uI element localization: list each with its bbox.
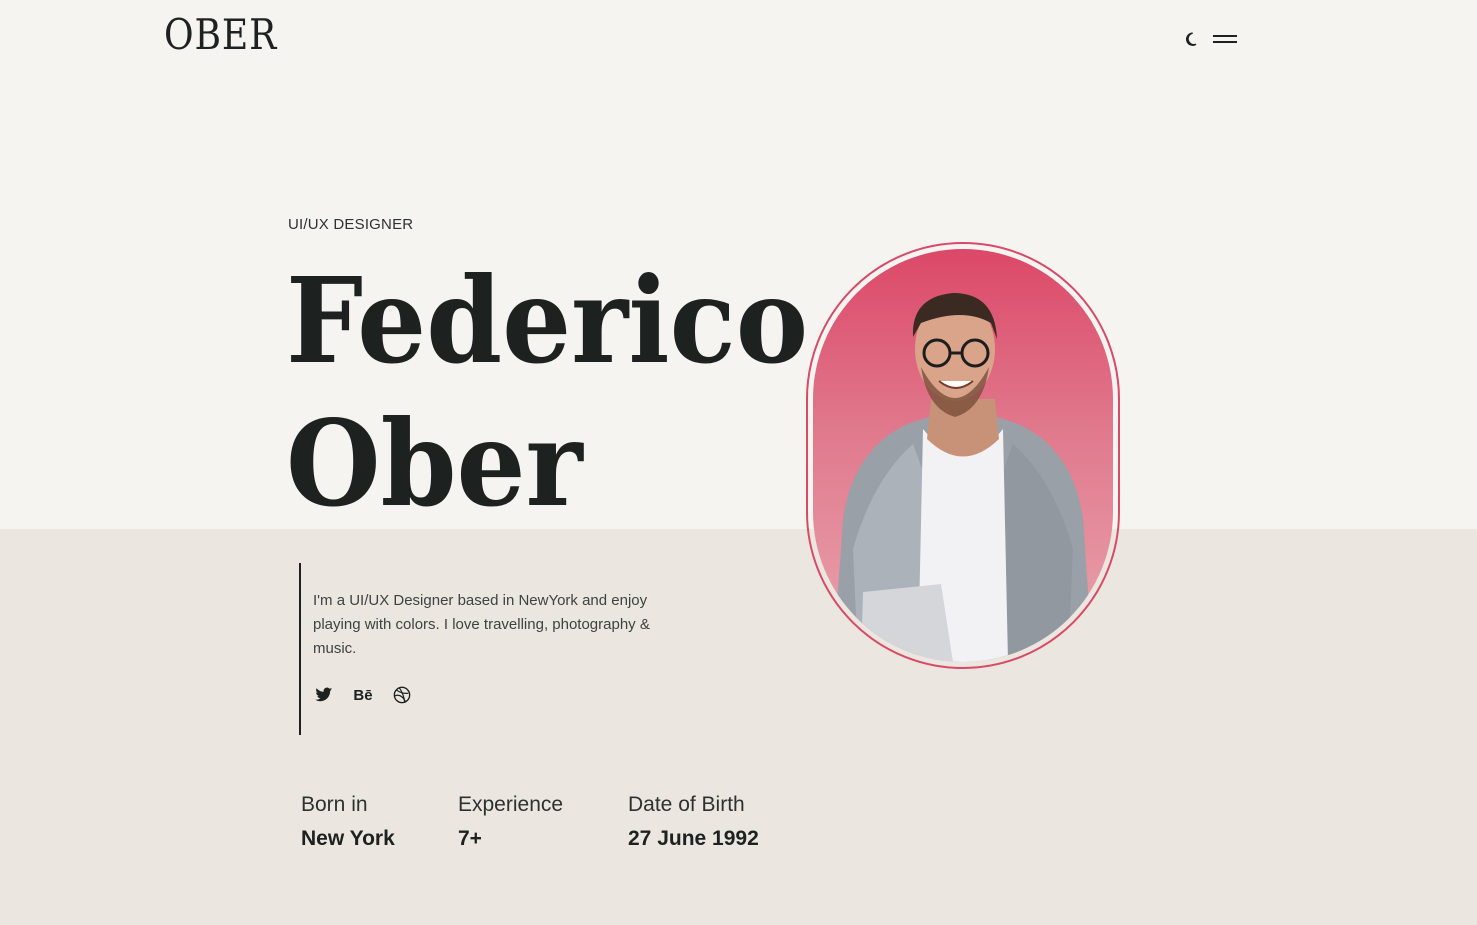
fact-label: Born in bbox=[301, 793, 368, 816]
fact-value: 7+ bbox=[458, 827, 482, 850]
fact-date-of-birth: Date of Birth 27 June 1992 bbox=[628, 793, 759, 851]
fact-label: Experience bbox=[458, 793, 564, 816]
fact-experience: Experience 7+ bbox=[458, 793, 563, 851]
moon-icon[interactable] bbox=[1184, 30, 1202, 48]
last-name-heading: Ober bbox=[286, 394, 583, 533]
portrait-photo bbox=[813, 249, 1113, 662]
menu-bar bbox=[1213, 35, 1237, 37]
bio-section: I'm a UI/UX Designer based in NewYork an… bbox=[299, 563, 719, 735]
fact-value: 27 June 1992 bbox=[628, 827, 759, 850]
fact-label: Date of Birth bbox=[628, 793, 745, 816]
twitter-icon[interactable] bbox=[313, 685, 335, 705]
dribbble-icon[interactable] bbox=[391, 685, 413, 705]
fact-value: New York bbox=[301, 827, 395, 850]
behance-icon[interactable]: Bē bbox=[352, 685, 374, 705]
bio-text: I'm a UI/UX Designer based in NewYork an… bbox=[313, 592, 650, 657]
hamburger-menu-icon[interactable] bbox=[1213, 33, 1237, 45]
menu-bar bbox=[1213, 41, 1237, 43]
site-logo[interactable]: OBER bbox=[164, 10, 277, 59]
fact-born-in: Born in New York bbox=[301, 793, 395, 851]
first-name-heading: Federico bbox=[286, 251, 809, 390]
role-label: UI/UX DESIGNER bbox=[288, 216, 414, 233]
